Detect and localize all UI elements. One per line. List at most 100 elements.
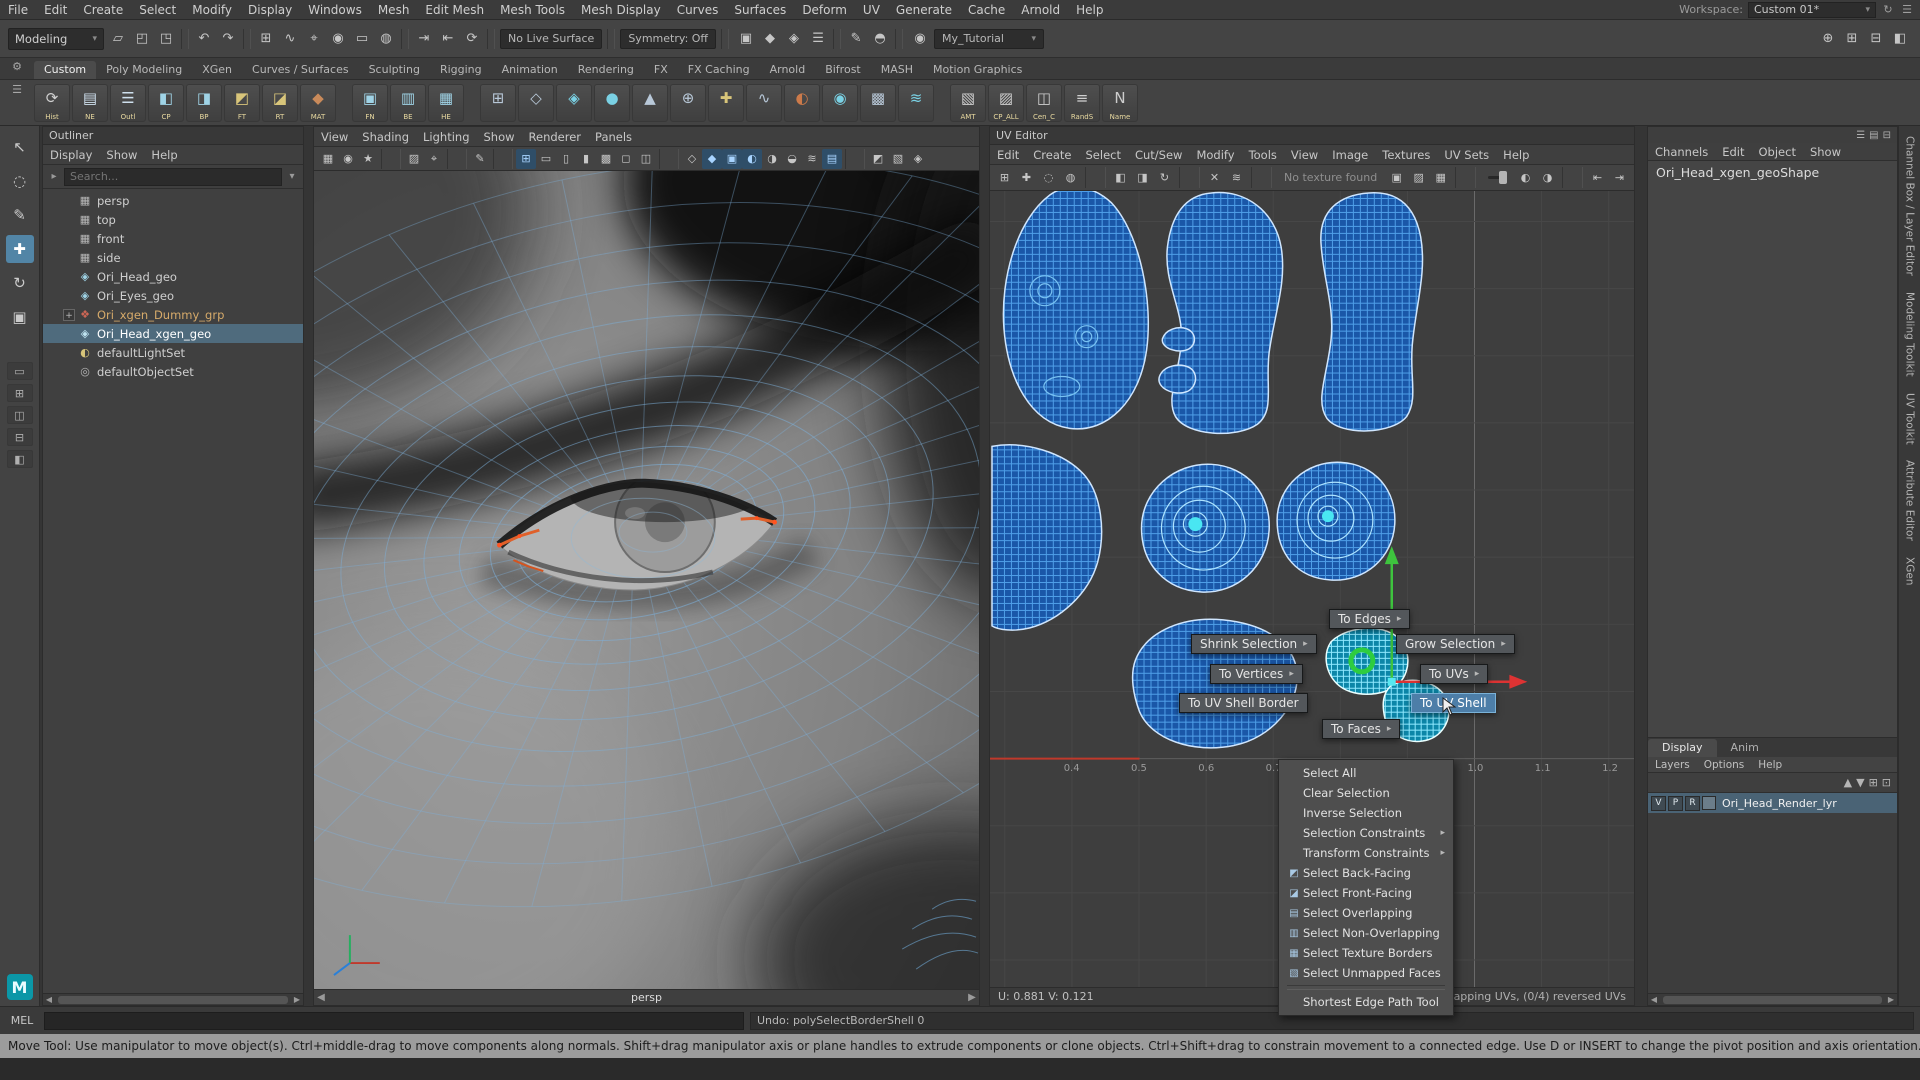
safe-action[interactable]: ◻ — [616, 149, 636, 169]
layout-split-lr[interactable]: ◫ — [7, 406, 33, 424]
context-menu-item[interactable]: ▤ Select Overlapping — [1279, 903, 1453, 923]
paint-effects[interactable]: ✎ — [844, 27, 868, 51]
shelf-tab[interactable]: MASH — [871, 61, 923, 79]
channel-box-menu[interactable]: Channels — [1648, 145, 1715, 159]
outliner-toggle[interactable]: ◧ — [1888, 27, 1912, 51]
menubar-item[interactable]: Modify — [184, 3, 240, 17]
workspace-selector[interactable]: Custom 01*▾ — [1748, 2, 1876, 18]
scroll-left-icon[interactable]: ◀ — [43, 995, 55, 1004]
field-chart[interactable]: ▩ — [596, 149, 616, 169]
marking-menu-grow-selection[interactable]: Grow Selection▸ — [1396, 634, 1515, 654]
render-current-frame[interactable]: ◆ — [758, 27, 782, 51]
shelf-button[interactable]: ▤ NE — [72, 84, 108, 122]
shelf-button[interactable]: ▦ HE — [428, 84, 464, 122]
layer-playback-toggle[interactable]: P — [1668, 796, 1683, 811]
project-selector[interactable]: My_Tutorial▾ — [934, 29, 1044, 49]
statusline-icon[interactable] — [181, 29, 189, 49]
shelf-tab[interactable]: XGen — [192, 61, 242, 79]
two-d-pan-zoom[interactable]: ⌖ — [424, 149, 444, 169]
viewport-menu[interactable]: Renderer — [522, 130, 589, 144]
viewport-toolbar-icon[interactable] — [381, 149, 401, 169]
outliner-item[interactable]: + ▦ front — [43, 229, 303, 248]
context-menu-item[interactable]: Transform Constraints ▸ — [1279, 843, 1453, 863]
outliner-menu[interactable]: Display — [43, 148, 99, 162]
snap-to-curve[interactable]: ∿ — [278, 27, 302, 51]
shelf-button[interactable] — [936, 84, 948, 122]
search-input[interactable] — [64, 168, 282, 186]
outliner-menu[interactable]: Show — [99, 148, 144, 162]
select-camera[interactable]: ▦ — [318, 149, 338, 169]
checker-map[interactable]: ▦ — [1430, 167, 1451, 188]
context-menu-item[interactable]: Selection Constraints ▸ — [1279, 823, 1453, 843]
context-menu-item[interactable]: ◩ Select Back-Facing — [1279, 863, 1453, 883]
marking-menu-to-faces[interactable]: To Faces▸ — [1322, 719, 1400, 739]
shelf-tab[interactable]: FX Caching — [678, 61, 760, 79]
shelf-button[interactable]: ◉ — [822, 84, 858, 122]
shelf-button[interactable]: ◐ — [784, 84, 820, 122]
layout-single[interactable]: ▭ — [7, 362, 33, 380]
marking-menu-to-vertices[interactable]: To Vertices▸ — [1210, 664, 1303, 684]
move-tool[interactable]: ✚ — [6, 235, 34, 263]
shaded[interactable]: ◆ — [702, 149, 722, 169]
shelf-tab[interactable]: Sculpting — [359, 61, 430, 79]
shelf-menu-icon[interactable]: ☰ — [6, 83, 28, 96]
context-menu-item[interactable] — [1287, 985, 1445, 990]
shelf-button[interactable] — [338, 84, 350, 122]
shelf-button[interactable]: ⟳ Hist — [34, 84, 70, 122]
viewport-menu[interactable]: Panels — [588, 130, 639, 144]
viewport-canvas[interactable] — [314, 171, 979, 989]
uv-editor-menu[interactable]: UV Sets — [1437, 148, 1496, 162]
menubar-item[interactable]: Display — [240, 3, 300, 17]
shelf-button[interactable]: ◫ Cen_C — [1026, 84, 1062, 122]
uv-toolbar-icon[interactable] — [1562, 167, 1583, 188]
shelf-button[interactable]: ≋ — [898, 84, 934, 122]
uv-texture-prev[interactable]: ⇤ — [1587, 167, 1608, 188]
scroll-right-icon[interactable]: ▶ — [1885, 995, 1897, 1004]
uv-toolbar-icon[interactable] — [1085, 167, 1106, 188]
ipr-render[interactable]: ◈ — [782, 27, 806, 51]
viewport-toolbar-icon[interactable] — [493, 149, 513, 169]
statusline-icon[interactable] — [401, 29, 409, 49]
scroll-left-icon[interactable]: ◀ — [314, 992, 328, 1003]
scroll-right-icon[interactable]: ▶ — [291, 995, 303, 1004]
outliner-item[interactable]: + ◈ Ori_Head_geo — [43, 267, 303, 286]
shelf-button[interactable] — [466, 84, 478, 122]
viewport-toolbar-icon[interactable] — [845, 149, 865, 169]
textured[interactable]: ▣ — [722, 149, 742, 169]
context-menu-item[interactable]: Clear Selection — [1279, 783, 1453, 803]
shelf-button[interactable]: ◇ — [518, 84, 554, 122]
filter-icon[interactable]: ▸ — [47, 171, 61, 182]
channel-box-menu[interactable]: Object — [1752, 145, 1803, 159]
shelf-button[interactable]: ⊞ — [480, 84, 516, 122]
layer-row[interactable]: V P R Ori_Head_Render_lyr — [1648, 793, 1897, 813]
make-live[interactable]: ◍ — [374, 27, 398, 51]
menubar-item[interactable]: Windows — [300, 3, 370, 17]
x-ray[interactable]: ▧ — [888, 149, 908, 169]
snap-to-grid[interactable]: ⊞ — [254, 27, 278, 51]
uv-editor-menu[interactable]: Edit — [990, 148, 1026, 162]
new-scene[interactable]: ▱ — [106, 27, 130, 51]
outliner-item[interactable]: + ▦ top — [43, 210, 303, 229]
outliner-item[interactable]: + ▦ persp — [43, 191, 303, 210]
viewport-toolbar-icon[interactable] — [447, 149, 467, 169]
collapse-icon[interactable]: ▤ — [1869, 130, 1878, 141]
uv-texture-next[interactable]: ⇥ — [1609, 167, 1630, 188]
uv-smudge-tool[interactable]: ◌ — [1038, 167, 1059, 188]
context-menu-item[interactable]: Inverse Selection — [1279, 803, 1453, 823]
snap-to-point[interactable]: ⌖ — [302, 27, 326, 51]
redo[interactable]: ↷ — [216, 27, 240, 51]
layer-visibility-toggle[interactable]: V — [1651, 796, 1666, 811]
shelf-button[interactable]: ▨ CP_ALL — [988, 84, 1024, 122]
film-gate[interactable]: ▭ — [536, 149, 556, 169]
uv-toolbar-icon[interactable] — [1251, 167, 1272, 188]
uv-editor-menu[interactable]: Help — [1496, 148, 1536, 162]
layout-outliner-persp[interactable]: ◧ — [7, 450, 33, 468]
viewport-menu[interactable]: Show — [477, 130, 522, 144]
open-render-view[interactable]: ▣ — [734, 27, 758, 51]
uv-editor-menu[interactable]: Modify — [1189, 148, 1241, 162]
uv-editor-menu[interactable]: Select — [1079, 148, 1128, 162]
menubar-item[interactable]: Surfaces — [726, 3, 794, 17]
uv-editor-menu[interactable]: Create — [1026, 148, 1078, 162]
outliner-menu[interactable]: Help — [144, 148, 184, 162]
motion-blur[interactable]: ≋ — [802, 149, 822, 169]
